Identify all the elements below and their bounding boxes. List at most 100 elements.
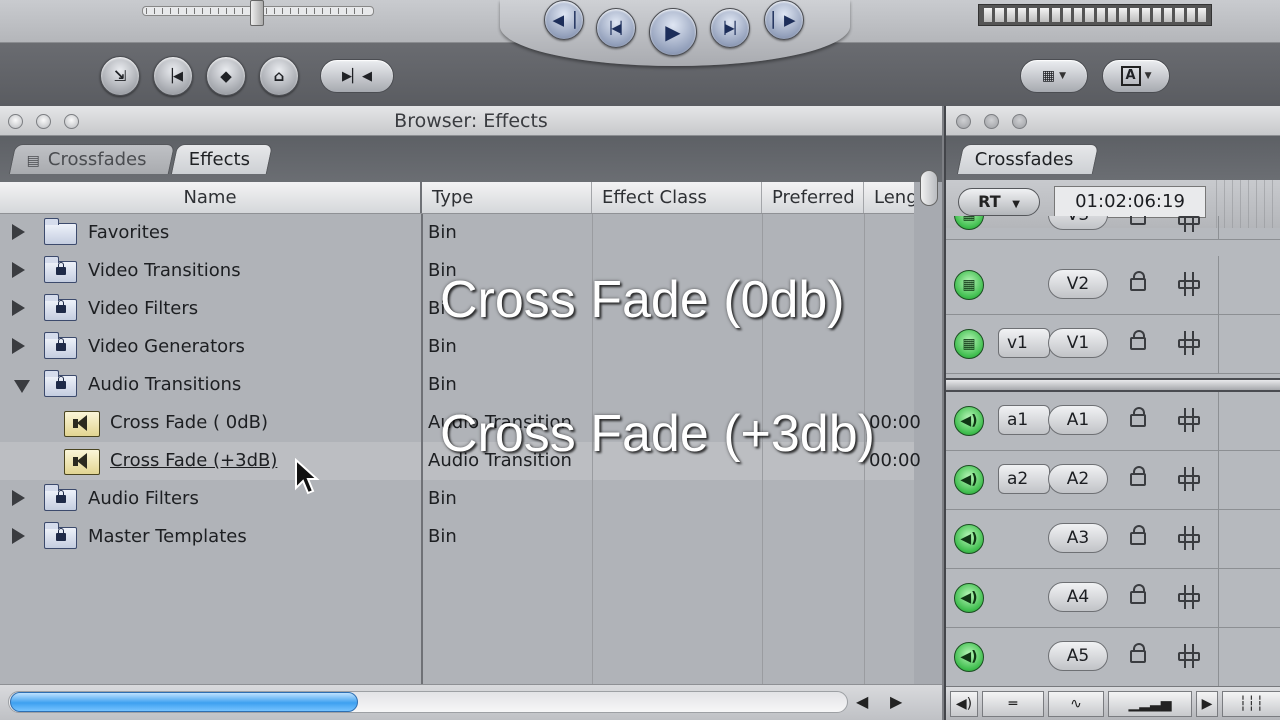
play-button[interactable]: ▶ [649, 8, 697, 56]
auto-select-icon[interactable] [1178, 585, 1200, 609]
clip-overlays-icon[interactable]: ∿ [1048, 691, 1104, 717]
horizontal-scrollbar[interactable]: ◀ ▶ [0, 684, 942, 720]
shuttle-thumb[interactable] [250, 0, 264, 26]
speaker-icon[interactable]: ◀) [954, 642, 984, 672]
track-destination[interactable]: V3 [1048, 216, 1108, 230]
track-source[interactable]: a2 [998, 464, 1050, 494]
audio-controls-icon[interactable]: ◀) [950, 691, 978, 717]
lock-icon[interactable] [1130, 216, 1146, 225]
lock-icon[interactable] [1130, 466, 1146, 486]
auto-select-icon[interactable] [1178, 526, 1200, 550]
auto-select-icon[interactable] [1178, 644, 1200, 668]
column-header: Name Type Effect Class Preferred Leng [0, 182, 914, 214]
insert-edit-button[interactable]: ⇲ [100, 56, 140, 96]
scroll-left-icon[interactable]: ◀ [856, 692, 868, 711]
track-row-v1[interactable]: ▦ v1 V1 [946, 315, 1280, 374]
track-destination[interactable]: V1 [1048, 328, 1108, 358]
track-visibility-icon[interactable]: ▦ [954, 270, 984, 300]
disclosure-triangle-icon[interactable] [12, 300, 25, 316]
disclosure-triangle-icon[interactable] [12, 262, 25, 278]
lock-icon[interactable] [1130, 584, 1146, 604]
list-item[interactable]: Master Templates Bin [0, 518, 914, 556]
speaker-icon[interactable]: ◀) [954, 524, 984, 554]
lock-icon[interactable] [1130, 643, 1146, 663]
timecode-field[interactable]: 01:02:06:19 [1054, 186, 1206, 218]
track-row-v2[interactable]: ▦ V2 [946, 256, 1280, 315]
rt-popup[interactable]: RT ▼ [958, 188, 1040, 216]
jog-wheel[interactable] [978, 4, 1212, 26]
track-row-a4[interactable]: ◀) A4 [946, 569, 1280, 628]
track-destination[interactable]: V2 [1048, 269, 1108, 299]
chevron-down-icon: ▼ [1012, 199, 1020, 210]
lock-icon[interactable] [1130, 407, 1146, 427]
column-type[interactable]: Type [422, 182, 592, 213]
audio-transition-icon [64, 449, 100, 475]
video-audio-divider[interactable] [946, 378, 1280, 392]
list-item[interactable]: Audio Transitions Bin [0, 366, 914, 404]
column-length[interactable]: Leng [864, 182, 914, 213]
list-item[interactable]: Favorites Bin [0, 214, 914, 252]
track-destination[interactable]: A2 [1048, 464, 1108, 494]
list-item[interactable]: Audio Filters Bin [0, 480, 914, 518]
disclosure-triangle-icon[interactable] [12, 528, 25, 544]
track-row-a5[interactable]: ◀) A5 [946, 628, 1280, 687]
track-source[interactable]: a1 [998, 405, 1050, 435]
column-name[interactable]: Name [0, 182, 422, 213]
track-destination[interactable]: A5 [1048, 641, 1108, 671]
add-marker-button[interactable]: ◆ [206, 56, 246, 96]
track-row-a1[interactable]: ◀) a1 A1 [946, 392, 1280, 451]
auto-select-icon[interactable] [1178, 467, 1200, 491]
disclosure-triangle-icon[interactable] [12, 224, 25, 240]
match-frame-button[interactable]: ▶▏◀ [320, 59, 394, 93]
scroll-right-icon[interactable]: ▶ [890, 692, 902, 711]
auto-select-icon[interactable] [1178, 272, 1200, 296]
overlay-options-popup[interactable]: A ▼ [1102, 59, 1170, 93]
tab-crossfades[interactable]: ▤ Crossfades [8, 144, 176, 174]
view-options-popup[interactable]: ▦ ▼ [1020, 59, 1088, 93]
column-preferred[interactable]: Preferred [762, 182, 864, 213]
track-source[interactable]: v1 [998, 328, 1050, 358]
column-effect-class[interactable]: Effect Class [592, 182, 762, 213]
step-back-button[interactable]: ▕◀▏ [596, 8, 636, 48]
overlay-options-icon: A [1120, 66, 1141, 86]
disclosure-triangle-icon[interactable] [12, 490, 25, 506]
vertical-scroll-handle[interactable] [920, 170, 938, 206]
track-destination[interactable]: A4 [1048, 582, 1108, 612]
disclosure-triangle-icon[interactable] [12, 338, 25, 354]
track-destination[interactable]: A3 [1048, 523, 1108, 553]
item-name: Master Templates [88, 526, 247, 547]
auto-select-icon[interactable] [1178, 216, 1200, 232]
zoom-slider-icon[interactable]: ▁▂▃▅ [1108, 691, 1192, 717]
speaker-icon[interactable]: ◀) [954, 406, 984, 436]
track-visibility-icon[interactable]: ▦ [954, 216, 984, 230]
minimize-button[interactable] [984, 114, 999, 129]
play-icon[interactable]: ▶ [1196, 691, 1218, 717]
add-keyframe-button[interactable]: ⌂ [259, 56, 299, 96]
list-item[interactable]: Video Generators Bin [0, 328, 914, 366]
track-height-icon[interactable]: ═ [982, 691, 1044, 717]
zoom-button[interactable] [1012, 114, 1027, 129]
lock-icon[interactable] [1130, 330, 1146, 350]
track-row-v3[interactable]: ▦ V3 [946, 216, 1280, 240]
speaker-icon[interactable]: ◀) [954, 465, 984, 495]
lock-icon[interactable] [1130, 525, 1146, 545]
track-visibility-icon[interactable]: ▦ [954, 329, 984, 359]
go-to-in-button[interactable]: ◀▕ [544, 0, 584, 40]
mouse-pointer-icon [295, 458, 320, 495]
go-to-out-button[interactable]: ▏▶ [764, 0, 804, 40]
auto-select-icon[interactable] [1178, 408, 1200, 432]
speaker-icon[interactable]: ◀) [954, 583, 984, 613]
tab-crossfades-sequence[interactable]: Crossfades [956, 144, 1100, 174]
track-row-a2[interactable]: ◀) a2 A2 [946, 451, 1280, 510]
track-row-a3[interactable]: ◀) A3 [946, 510, 1280, 569]
disclosure-triangle-open-icon[interactable] [14, 380, 30, 393]
step-forward-button[interactable]: ▕▶▏ [710, 8, 750, 48]
zoom-control[interactable]: ┆┆┆ [1222, 691, 1280, 717]
auto-select-icon[interactable] [1178, 331, 1200, 355]
track-destination[interactable]: A1 [1048, 405, 1108, 435]
scroll-thumb[interactable] [10, 692, 358, 712]
close-button[interactable] [956, 114, 971, 129]
previous-edit-button[interactable]: ▕◀ [153, 56, 193, 96]
tab-effects[interactable]: Effects [170, 144, 274, 174]
lock-icon[interactable] [1130, 271, 1146, 291]
